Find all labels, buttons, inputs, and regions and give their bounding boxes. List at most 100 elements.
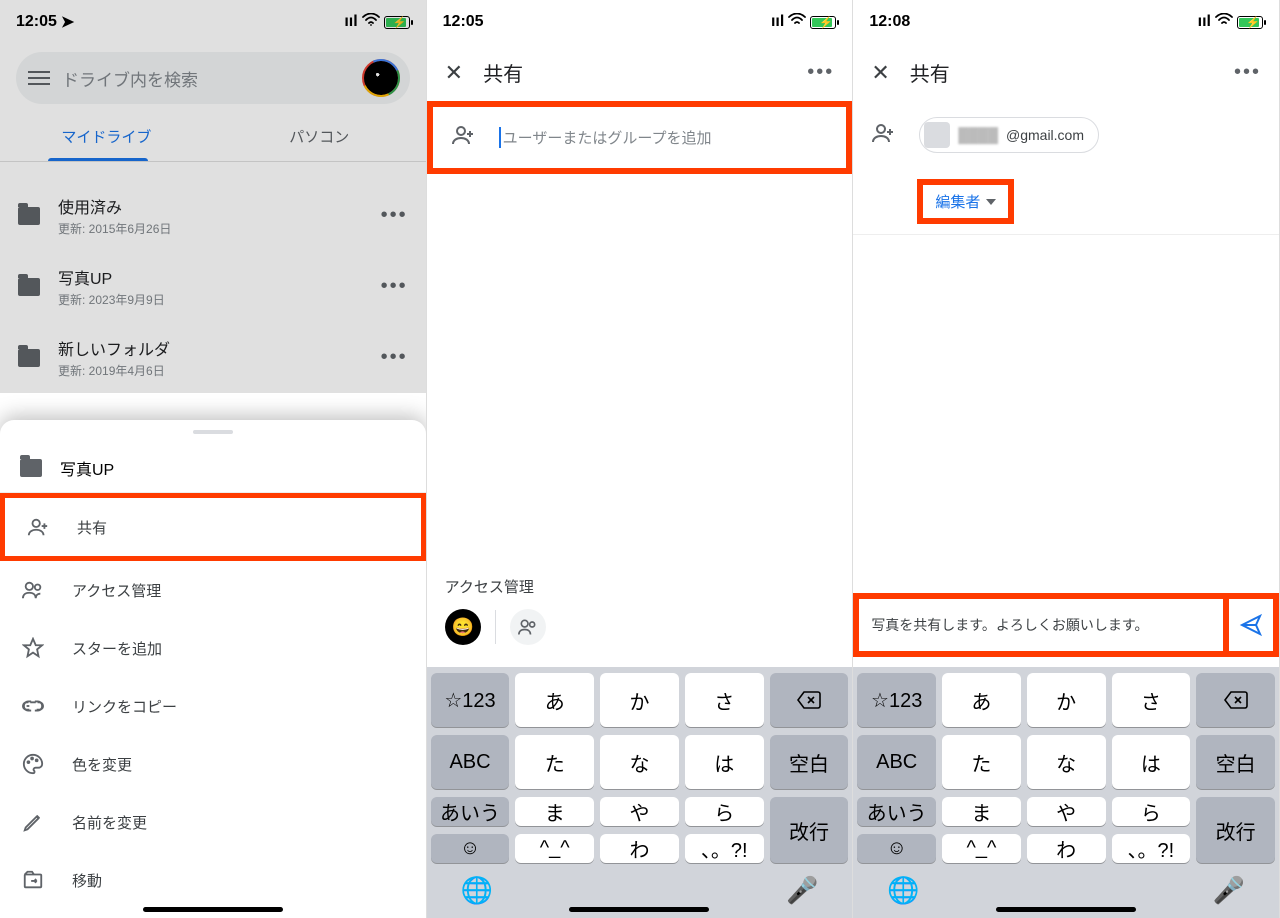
key[interactable]: わ [1027, 834, 1106, 863]
status-time: 12:05 [16, 13, 57, 31]
search-placeholder: ドライブ内を検索 [62, 66, 350, 91]
key[interactable]: は [685, 735, 764, 789]
share-header: ✕ 共有 ••• [853, 44, 1279, 101]
key[interactable]: ^_^ [515, 834, 594, 863]
message-input[interactable]: 写真を共有します。よろしくお願いします。 [853, 593, 1229, 657]
sheet-item-copy-link[interactable]: リンクをコピー [0, 677, 426, 735]
wifi-icon [1215, 13, 1233, 31]
sheet-item-move[interactable]: 移動 [0, 851, 426, 909]
key-abc[interactable]: ABC [431, 735, 510, 789]
key[interactable]: な [1027, 735, 1106, 789]
key-backspace[interactable] [770, 673, 849, 727]
location-icon: ➤ [61, 12, 74, 32]
key[interactable]: は [1112, 735, 1191, 789]
recipient-chip[interactable]: ████@gmail.com [919, 117, 1099, 153]
wifi-icon [788, 13, 806, 31]
sheet-title: 写真UP [60, 456, 114, 480]
search-bar[interactable]: ドライブ内を検索 [16, 52, 410, 104]
key[interactable]: ら [1112, 797, 1191, 826]
key[interactable]: ま [515, 797, 594, 826]
tab-computers[interactable]: パソコン [213, 112, 426, 161]
key-return[interactable]: 改行 [770, 797, 849, 863]
add-user-row[interactable]: ████@gmail.com [853, 101, 1279, 169]
add-user-placeholder: ユーザーまたはグループを追加 [499, 127, 712, 148]
file-row[interactable]: 写真UP更新: 2023年9月9日 ••• [0, 251, 426, 322]
status-bar: 12:08 ııl⚡ [853, 0, 1279, 44]
sheet-item-change-color[interactable]: 色を変更 [0, 735, 426, 793]
key[interactable]: さ [685, 673, 764, 727]
owner-avatar[interactable]: 😄 [445, 609, 481, 645]
key-kana[interactable]: あいう [431, 797, 510, 826]
panel-drive-list: 12:05 ➤ ııl ⚡ ドライブ内を検索 マイドライブ パソコン 使用済み更… [0, 0, 427, 918]
more-icon[interactable]: ••• [1234, 61, 1261, 84]
role-dropdown[interactable]: 編集者 [917, 179, 1014, 224]
globe-icon[interactable]: 🌐 [887, 875, 919, 906]
more-icon[interactable]: ••• [381, 204, 408, 227]
sheet-item-manage-access[interactable]: アクセス管理 [0, 561, 426, 619]
file-row[interactable]: 使用済み更新: 2015年6月26日 ••• [0, 180, 426, 251]
key[interactable]: か [600, 673, 679, 727]
key[interactable]: か [1027, 673, 1106, 727]
link-icon [22, 695, 44, 717]
send-button[interactable] [1229, 593, 1279, 657]
chip-email-suffix: @gmail.com [1006, 127, 1084, 143]
more-icon[interactable]: ••• [381, 346, 408, 369]
key[interactable]: 、。?! [1112, 834, 1191, 863]
sheet-item-star[interactable]: スターを追加 [0, 619, 426, 677]
key-abc[interactable]: ABC [857, 735, 936, 789]
account-avatar[interactable] [362, 59, 400, 97]
key[interactable]: さ [1112, 673, 1191, 727]
signal-icon: ııl [771, 13, 784, 31]
key[interactable]: ら [685, 797, 764, 826]
mic-icon[interactable]: 🎤 [1213, 875, 1245, 906]
home-indicator[interactable] [143, 907, 283, 912]
globe-icon[interactable]: 🌐 [461, 875, 493, 906]
tab-mydrive[interactable]: マイドライブ [0, 112, 213, 161]
sheet-item-share[interactable]: 共有 [0, 493, 426, 561]
home-indicator[interactable] [569, 907, 709, 912]
close-icon[interactable]: ✕ [871, 60, 889, 86]
key-num[interactable]: ☆123 [857, 673, 936, 727]
more-icon[interactable]: ••• [381, 275, 408, 298]
close-icon[interactable]: ✕ [445, 60, 463, 86]
folder-icon [18, 349, 40, 367]
key[interactable]: あ [942, 673, 1021, 727]
key-space[interactable]: 空白 [1196, 735, 1275, 789]
key[interactable]: あ [515, 673, 594, 727]
key[interactable]: な [600, 735, 679, 789]
key-return[interactable]: 改行 [1196, 797, 1275, 863]
key-emoji[interactable]: ☺ [431, 834, 510, 863]
palette-icon [22, 753, 44, 775]
key[interactable]: ^_^ [942, 834, 1021, 863]
key[interactable]: た [942, 735, 1021, 789]
panel-share-empty: 12:05 ııl⚡ ✕ 共有 ••• ユーザーまたはグループを追加 アクセス管… [427, 0, 854, 918]
person-add-icon [27, 516, 49, 538]
key[interactable]: ま [942, 797, 1021, 826]
file-row[interactable]: 新しいフォルダ更新: 2019年4月6日 ••• [0, 322, 426, 393]
add-people-button[interactable] [510, 609, 546, 645]
share-title: 共有 [483, 58, 787, 87]
add-user-row[interactable]: ユーザーまたはグループを追加 [427, 101, 853, 174]
key-num[interactable]: ☆123 [431, 673, 510, 727]
key[interactable]: た [515, 735, 594, 789]
sheet-item-rename[interactable]: 名前を変更 [0, 793, 426, 851]
access-section: アクセス管理 😄 [427, 576, 853, 657]
key-kana[interactable]: あいう [857, 797, 936, 826]
sheet-handle[interactable] [193, 430, 233, 434]
key[interactable]: わ [600, 834, 679, 863]
key-emoji[interactable]: ☺ [857, 834, 936, 863]
key-backspace[interactable] [1196, 673, 1275, 727]
key[interactable]: 、。?! [685, 834, 764, 863]
key-space[interactable]: 空白 [770, 735, 849, 789]
keyboard[interactable]: ☆123 あ か さ ABC た な は 空白 あいう ☺ ま ^_^ や わ [427, 667, 853, 918]
mic-icon[interactable]: 🎤 [786, 875, 818, 906]
keyboard[interactable]: ☆123 あ か さ ABC た な は 空白 あいう ☺ ま ^_^ や わ [853, 667, 1279, 918]
key[interactable]: や [600, 797, 679, 826]
key[interactable]: や [1027, 797, 1106, 826]
role-label: 編集者 [935, 191, 980, 212]
status-time: 12:08 [869, 13, 910, 31]
home-indicator[interactable] [996, 907, 1136, 912]
wifi-icon [362, 13, 380, 31]
more-icon[interactable]: ••• [807, 61, 834, 84]
menu-icon[interactable] [28, 71, 50, 85]
